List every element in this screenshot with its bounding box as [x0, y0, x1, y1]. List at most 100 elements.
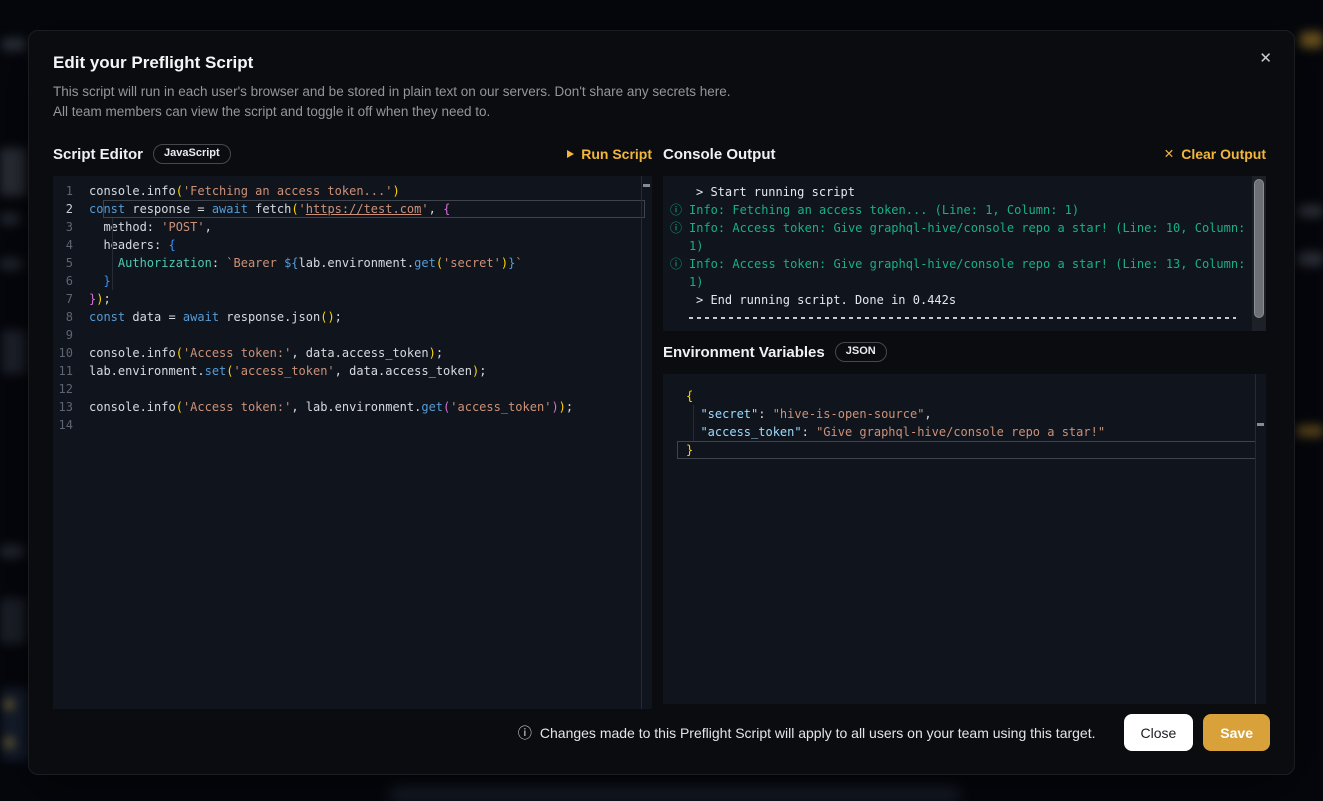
- clear-output-button[interactable]: ✕ Clear Output: [1164, 146, 1266, 162]
- play-icon: [567, 150, 574, 158]
- console-line: > End running script. Done in 0.442s: [663, 291, 1266, 309]
- background-blur-shape: [390, 787, 960, 801]
- console-text: > End running script. Done in 0.442s: [689, 291, 1246, 309]
- run-script-button[interactable]: Run Script: [567, 146, 652, 162]
- console-text: Info: Access token: Give graphql-hive/co…: [689, 255, 1246, 291]
- console-section: Console Output ✕ Clear Output > Start ru…: [663, 141, 1266, 709]
- modal-description-line2: All team members can view the script and…: [53, 102, 1264, 122]
- code-line: }: [663, 441, 1266, 459]
- code-line: 2const response = await fetch('https://t…: [53, 200, 652, 218]
- indent-guide: [693, 423, 694, 441]
- modal-footer: ⓘ Changes made to this Preflight Script …: [29, 712, 1294, 753]
- modal-header: Edit your Preflight Script This script w…: [29, 31, 1294, 122]
- background-blur-shape: [1298, 252, 1323, 266]
- code-line: 4 headers: {: [53, 236, 652, 254]
- console-scrollbar-track: [1252, 176, 1266, 331]
- code-line: 7});: [53, 290, 652, 308]
- background-blur-shape: [0, 258, 22, 270]
- footer-note: Changes made to this Preflight Script wi…: [540, 725, 1096, 741]
- minimap-marker: [1257, 423, 1264, 426]
- line-number: 11: [53, 362, 89, 380]
- console-line: ⓘInfo: Fetching an access token... (Line…: [663, 201, 1266, 219]
- code-line: 6 }: [53, 272, 652, 290]
- background-blur-shape: [0, 213, 20, 225]
- background-blur-shape: [0, 148, 26, 196]
- line-number: 10: [53, 344, 89, 362]
- indent-guide: [112, 236, 113, 254]
- console-line: ⓘInfo: Access token: Give graphql-hive/c…: [663, 219, 1266, 255]
- console-output[interactable]: > Start running scriptⓘInfo: Fetching an…: [663, 176, 1266, 331]
- console-output-title: Console Output: [663, 146, 776, 163]
- console-separator: [689, 317, 1236, 319]
- line-number: 9: [53, 326, 89, 344]
- page-title: Edit your Preflight Script: [53, 53, 1264, 73]
- console-prefix: [663, 183, 689, 201]
- code-line: "access_token": "Give graphql-hive/conso…: [663, 423, 1266, 441]
- info-icon: ⓘ: [663, 219, 689, 255]
- line-number: 3: [53, 218, 89, 236]
- json-badge: JSON: [835, 342, 887, 362]
- clear-icon: ✕: [1164, 148, 1174, 161]
- line-number: 6: [53, 272, 89, 290]
- console-text: Info: Fetching an access token... (Line:…: [689, 201, 1246, 219]
- console-scrollbar-thumb[interactable]: [1254, 179, 1264, 318]
- language-badge: JavaScript: [153, 144, 231, 164]
- info-icon: ⓘ: [518, 723, 532, 743]
- code-line: 3 method: 'POST',: [53, 218, 652, 236]
- console-prefix: [663, 291, 689, 309]
- console-text: Info: Access token: Give graphql-hive/co…: [689, 219, 1246, 255]
- console-text: > Start running script: [689, 183, 1246, 201]
- minimap-marker: [643, 184, 650, 187]
- code-line: 12: [53, 380, 652, 398]
- save-button[interactable]: Save: [1203, 714, 1270, 751]
- environment-variables-title: Environment Variables: [663, 344, 825, 361]
- code-line: 8const data = await response.json();: [53, 308, 652, 326]
- code-line: 1console.info('Fetching an access token.…: [53, 182, 652, 200]
- background-blur-shape: [1300, 32, 1323, 48]
- close-icon[interactable]: ✕: [1253, 45, 1278, 72]
- background-blur-shape: [1296, 425, 1323, 437]
- clear-output-label: Clear Output: [1181, 146, 1266, 162]
- line-number: 5: [53, 254, 89, 272]
- modal-body: Script Editor JavaScript Run Script 1con…: [29, 141, 1294, 709]
- line-number: 4: [53, 236, 89, 254]
- background-blur-shape: [5, 700, 14, 709]
- console-lines: > Start running scriptⓘInfo: Fetching an…: [663, 183, 1266, 319]
- line-number: 1: [53, 182, 89, 200]
- modal-description-line1: This script will run in each user's brow…: [53, 82, 1264, 102]
- run-script-label: Run Script: [581, 146, 652, 162]
- code-line: 11lab.environment.set('access_token', da…: [53, 362, 652, 380]
- background-blur-shape: [5, 738, 14, 747]
- background-blur-shape: [2, 330, 26, 374]
- code-line: 10console.info('Access token:', data.acc…: [53, 344, 652, 362]
- close-button[interactable]: Close: [1124, 714, 1194, 751]
- script-editor-section: Script Editor JavaScript Run Script 1con…: [53, 141, 652, 709]
- background-blur-shape: [0, 545, 24, 558]
- background-blur-shape: [2, 38, 26, 51]
- indent-guide: [112, 218, 113, 236]
- script-editor[interactable]: 1console.info('Fetching an access token.…: [53, 176, 652, 709]
- environment-variables-editor[interactable]: { "secret": "hive-is-open-source", "acce…: [663, 374, 1266, 704]
- line-number: 8: [53, 308, 89, 326]
- background-blur-shape: [1298, 205, 1323, 217]
- line-number: 13: [53, 398, 89, 416]
- preflight-script-modal: ✕ Edit your Preflight Script This script…: [28, 30, 1295, 775]
- console-line: ⓘInfo: Access token: Give graphql-hive/c…: [663, 255, 1266, 291]
- script-editor-title: Script Editor: [53, 146, 143, 163]
- code-line: 14: [53, 416, 652, 434]
- code-line: 9: [53, 326, 652, 344]
- indent-guide: [112, 272, 113, 290]
- background-blur-shape: [0, 598, 26, 644]
- line-number: 12: [53, 380, 89, 398]
- background-blur-shape: [2, 688, 28, 760]
- info-icon: ⓘ: [663, 255, 689, 291]
- code-line: 5 Authorization: `Bearer ${lab.environme…: [53, 254, 652, 272]
- code-line: {: [663, 387, 1266, 405]
- indent-guide: [112, 254, 113, 272]
- code-line: "secret": "hive-is-open-source",: [663, 405, 1266, 423]
- line-number: 14: [53, 416, 89, 434]
- info-icon: ⓘ: [663, 201, 689, 219]
- line-number: 2: [53, 200, 89, 218]
- console-line: > Start running script: [663, 183, 1266, 201]
- indent-guide: [693, 405, 694, 423]
